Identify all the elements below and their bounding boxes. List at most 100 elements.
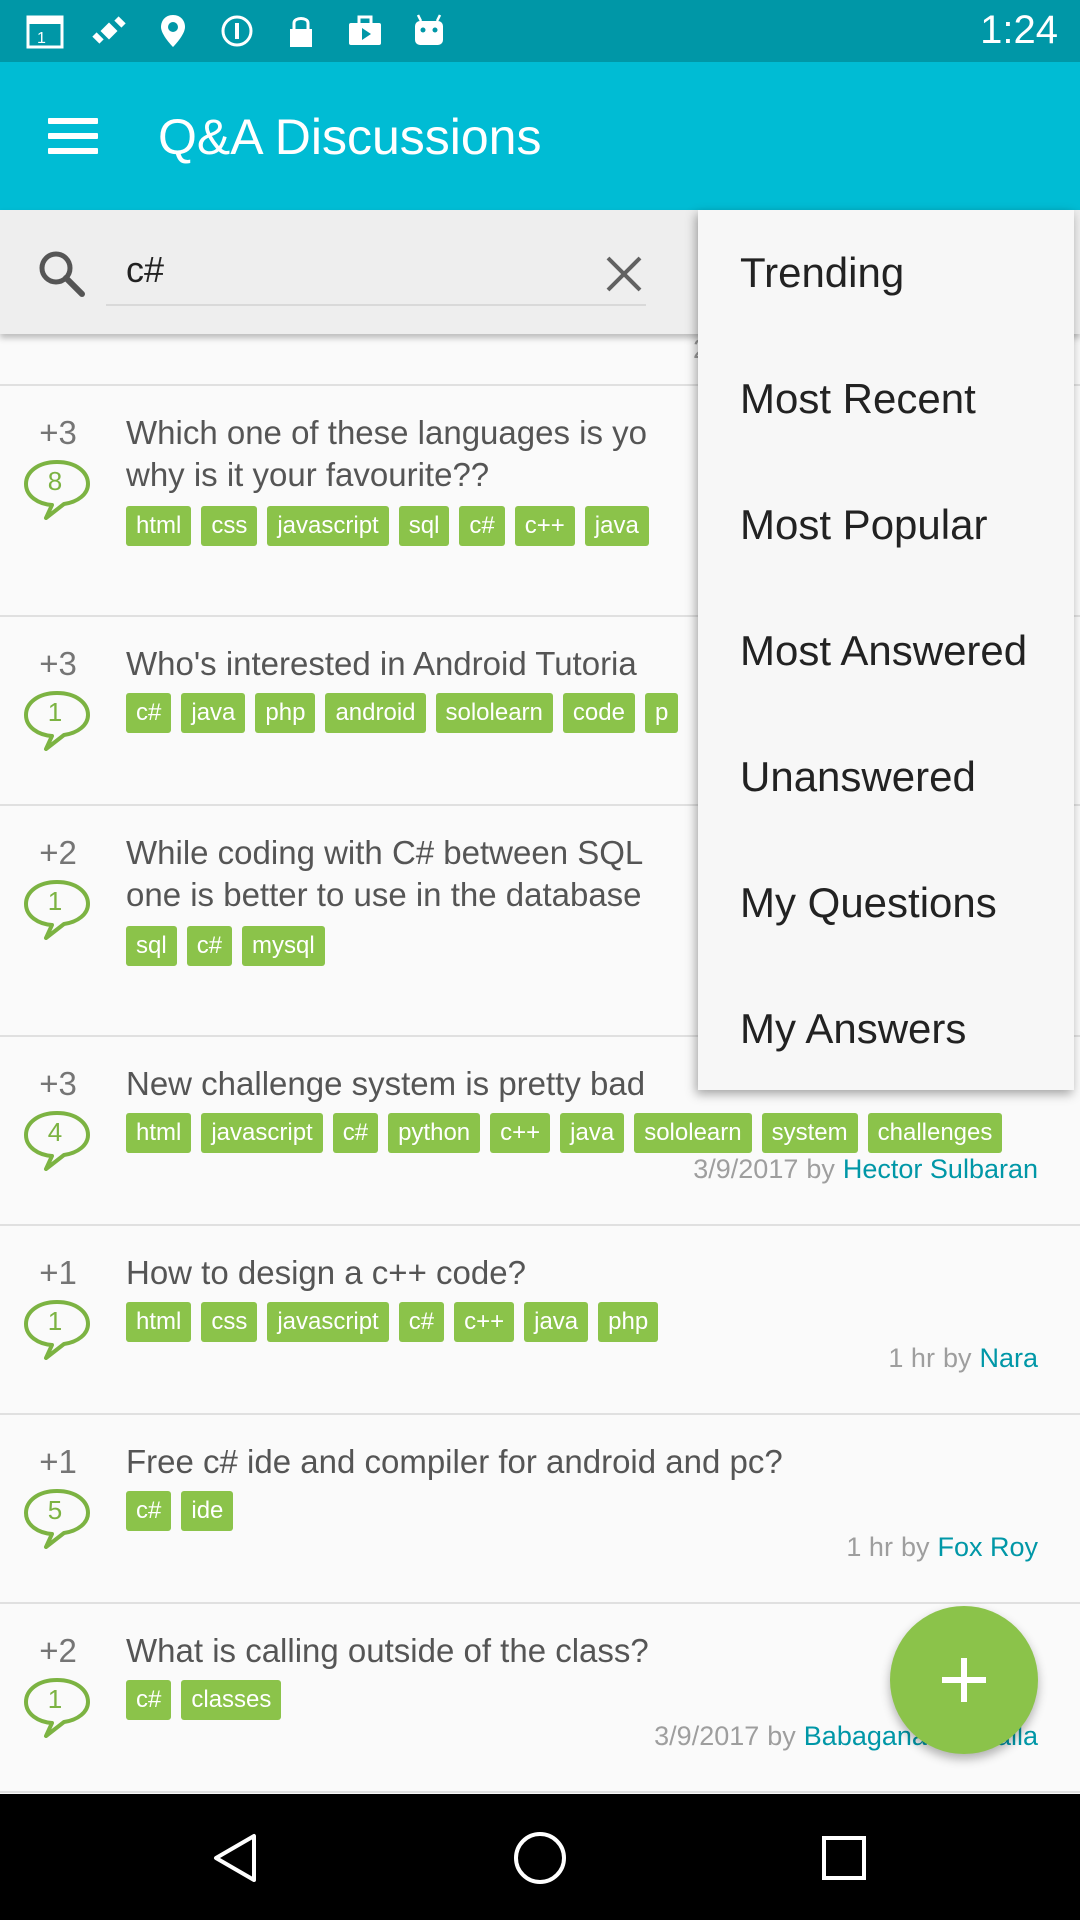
answers-bubble-icon: 1 xyxy=(22,689,92,753)
tag-list: c# ide xyxy=(126,1491,234,1531)
by-label: by xyxy=(900,1532,930,1562)
tag-chip[interactable]: c# xyxy=(186,926,233,966)
tag-chip[interactable]: sololearn xyxy=(435,693,553,733)
tag-chip[interactable]: c++ xyxy=(514,506,575,546)
tag-chip[interactable]: c++ xyxy=(490,1113,551,1153)
tag-chip[interactable]: css xyxy=(201,1302,258,1342)
status-bar: 1 1:24 xyxy=(0,0,1080,62)
tag-chip[interactable]: html xyxy=(126,1113,192,1153)
question-title[interactable]: Free c# ide and compiler for android and… xyxy=(126,1441,1056,1483)
author-link[interactable]: Hector Sulbaran xyxy=(843,1154,1038,1184)
hamburger-menu-icon[interactable] xyxy=(36,106,110,166)
tag-chip[interactable]: python xyxy=(388,1113,481,1153)
tag-chip[interactable]: javascript xyxy=(267,1302,389,1342)
svg-text:1: 1 xyxy=(37,30,46,47)
tag-list: html css javascript c# c++ java php xyxy=(126,1302,659,1342)
tag-chip[interactable]: sql xyxy=(126,926,177,966)
tag-chip[interactable]: javascript xyxy=(267,506,389,546)
question-date: 1 hr xyxy=(888,1343,935,1373)
search-icon[interactable] xyxy=(34,246,90,302)
question-date: 3/9/2017 xyxy=(693,1154,799,1184)
back-icon[interactable] xyxy=(200,1822,272,1894)
tag-chip[interactable]: php xyxy=(255,693,316,733)
tag-list: c# classes xyxy=(126,1680,282,1720)
close-icon[interactable] xyxy=(596,246,652,302)
tag-chip[interactable]: c++ xyxy=(454,1302,515,1342)
satellite-icon xyxy=(88,10,130,52)
tag-chip[interactable]: java xyxy=(584,506,649,546)
vote-count: +3 xyxy=(39,1065,77,1102)
answers-bubble-icon: 5 xyxy=(22,1487,92,1551)
answers-bubble-icon: 8 xyxy=(22,458,92,522)
answer-count: 1 xyxy=(47,1306,63,1336)
question-title[interactable]: How to design a c++ code? xyxy=(126,1252,1056,1294)
tag-chip[interactable]: c# xyxy=(126,693,172,733)
question-meta: 1 hr by Nara xyxy=(888,1343,1038,1374)
page-title: Q&A Discussions xyxy=(158,109,542,165)
tag-chip[interactable]: p xyxy=(644,693,679,733)
tag-chip[interactable]: sql xyxy=(398,506,450,546)
tag-chip[interactable]: c# xyxy=(332,1113,379,1153)
tag-chip[interactable]: challenges xyxy=(867,1113,1003,1153)
tag-chip[interactable]: c# xyxy=(398,1302,445,1342)
calendar-icon: 1 xyxy=(24,10,66,52)
question-row[interactable]: +1 1 How to design a c++ code? html css javas… xyxy=(0,1226,1080,1415)
menu-item-most-recent[interactable]: Most Recent xyxy=(698,336,1074,462)
menu-item-my-questions[interactable]: My Questions xyxy=(698,840,1074,966)
question-row[interactable]: +1 5 Free c# ide and compiler for android … xyxy=(0,1415,1080,1604)
tag-chip[interactable]: mysql xyxy=(242,926,325,966)
plus-icon xyxy=(942,1658,986,1702)
answers-bubble-icon: 4 xyxy=(22,1109,92,1173)
tag-chip[interactable]: css xyxy=(201,506,258,546)
question-date: 3/9/2017 xyxy=(654,1721,760,1751)
author-link[interactable]: Fox Roy xyxy=(937,1532,1038,1562)
vote-count: +1 xyxy=(39,1443,77,1480)
tag-chip[interactable]: system xyxy=(761,1113,858,1153)
tag-chip[interactable]: javascript xyxy=(201,1113,323,1153)
answer-count: 1 xyxy=(47,886,63,916)
lock-icon xyxy=(280,10,322,52)
navigation-bar xyxy=(0,1794,1080,1920)
add-question-button[interactable] xyxy=(890,1606,1038,1754)
search-input[interactable] xyxy=(106,236,646,306)
answers-bubble-icon: 1 xyxy=(22,1676,92,1740)
vote-count: +1 xyxy=(39,1254,77,1291)
menu-item-trending[interactable]: Trending xyxy=(698,210,1074,336)
tag-chip[interactable]: classes xyxy=(181,1680,282,1720)
tag-chip[interactable]: code xyxy=(562,693,635,733)
tag-chip[interactable]: java xyxy=(181,693,246,733)
android-icon xyxy=(408,10,450,52)
home-icon[interactable] xyxy=(504,1822,576,1894)
recents-icon[interactable] xyxy=(808,1822,880,1894)
vote-count: +3 xyxy=(39,414,77,451)
menu-item-most-answered[interactable]: Most Answered xyxy=(698,588,1074,714)
menu-item-my-answers[interactable]: My Answers xyxy=(698,966,1074,1092)
tag-chip[interactable]: c# xyxy=(126,1491,172,1531)
tag-chip[interactable]: ide xyxy=(181,1491,234,1531)
tag-chip[interactable]: java xyxy=(524,1302,589,1342)
tag-list: html css javascript sql c# c++ java xyxy=(126,506,649,546)
menu-item-most-popular[interactable]: Most Popular xyxy=(698,462,1074,588)
tag-chip[interactable]: c# xyxy=(126,1680,172,1720)
tag-chip[interactable]: html xyxy=(126,506,192,546)
answers-bubble-icon: 1 xyxy=(22,1298,92,1362)
answer-count: 8 xyxy=(47,466,63,496)
question-meta: 1 hr by Fox Roy xyxy=(846,1532,1038,1563)
tag-chip[interactable]: android xyxy=(325,693,426,733)
tag-chip[interactable]: php xyxy=(598,1302,659,1342)
by-label: by xyxy=(942,1343,972,1373)
author-link[interactable]: Nara xyxy=(979,1343,1038,1373)
tag-chip[interactable]: html xyxy=(126,1302,192,1342)
data-saver-icon xyxy=(216,10,258,52)
vote-count: +3 xyxy=(39,645,77,682)
tag-chip[interactable]: java xyxy=(560,1113,625,1153)
question-date: 1 hr xyxy=(846,1532,893,1562)
question-meta: 3/9/2017 by Hector Sulbaran xyxy=(693,1154,1038,1185)
tag-chip[interactable]: sololearn xyxy=(634,1113,752,1153)
tag-chip[interactable]: c# xyxy=(459,506,505,546)
location-pin-icon xyxy=(152,10,194,52)
tag-list: c# java php android sololearn code p xyxy=(126,693,679,733)
answer-count: 1 xyxy=(47,1684,63,1714)
vote-count: +2 xyxy=(39,834,77,871)
menu-item-unanswered[interactable]: Unanswered xyxy=(698,714,1074,840)
